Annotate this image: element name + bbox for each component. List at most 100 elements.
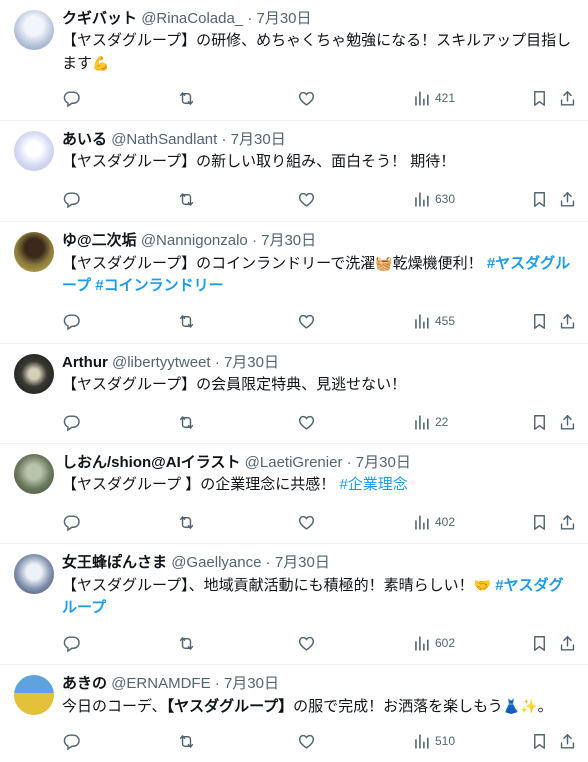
display-name[interactable]: Arthur: [62, 354, 108, 371]
user-handle[interactable]: @Gaellyance: [171, 554, 261, 571]
display-name[interactable]: 女王蜂ぽんさま: [62, 554, 167, 571]
share-button[interactable]: [558, 512, 577, 532]
display-name[interactable]: あいる: [62, 131, 107, 148]
action-bar: 421: [62, 88, 578, 108]
like-button[interactable]: [297, 88, 316, 108]
bookmark-button[interactable]: [530, 311, 549, 331]
tweet[interactable]: あきの @ERNAMDFE · 7月30日 今日のコーデ、【ヤスダグループ】の服…: [0, 665, 588, 762]
avatar[interactable]: [14, 675, 54, 715]
user-handle[interactable]: @LaetiGrenier: [245, 454, 343, 471]
bookmark-button[interactable]: [530, 731, 549, 751]
tweet[interactable]: クギバット @RinaColada_ · 7月30日 【ヤスダグループ】の研修、…: [0, 0, 588, 121]
views-icon: [412, 312, 431, 331]
user-handle[interactable]: @RinaColada_: [141, 10, 243, 27]
reply-button[interactable]: [62, 731, 81, 751]
avatar[interactable]: [14, 454, 54, 494]
display-name[interactable]: クギバット: [62, 10, 137, 27]
share-button[interactable]: [558, 189, 577, 209]
tweet[interactable]: Arthur @libertyytweet · 7月30日 【ヤスダグループ】の…: [0, 344, 588, 444]
bookmark-button[interactable]: [530, 412, 549, 432]
bookmark-button[interactable]: [530, 512, 549, 532]
bookmark-button[interactable]: [530, 88, 549, 108]
timestamp[interactable]: 7月30日: [256, 10, 311, 27]
share-button[interactable]: [558, 731, 577, 751]
views-button[interactable]: 421: [412, 88, 455, 108]
avatar[interactable]: [14, 232, 54, 272]
hashtag-link[interactable]: #企業理念: [339, 476, 407, 493]
views-button[interactable]: 402: [412, 512, 455, 532]
retweet-button[interactable]: [177, 88, 196, 108]
like-icon: [297, 312, 316, 331]
like-button[interactable]: [297, 189, 316, 209]
tweet[interactable]: ゆ@二次垢 @Nannigonzalo · 7月30日 【ヤスダグループ】のコイ…: [0, 222, 588, 344]
timestamp[interactable]: 7月30日: [275, 554, 330, 571]
tweet[interactable]: 女王蜂ぽんさま @Gaellyance · 7月30日 【ヤスダグループ】、地域…: [0, 544, 588, 665]
share-icon: [558, 312, 577, 331]
user-handle[interactable]: @NathSandlant: [111, 131, 217, 148]
timestamp[interactable]: 7月30日: [261, 232, 316, 249]
share-icon: [558, 190, 577, 209]
retweet-button[interactable]: [177, 512, 196, 532]
bookmark-icon: [530, 732, 549, 751]
laundry-basket-emoji: 🧺: [375, 255, 393, 271]
hashtag-link[interactable]: ループ: [62, 599, 106, 616]
like-button[interactable]: [297, 512, 316, 532]
reply-button[interactable]: [62, 412, 81, 432]
retweet-button[interactable]: [177, 189, 196, 209]
view-count: 455: [435, 314, 456, 328]
share-button[interactable]: [558, 633, 577, 653]
view-count: 510: [435, 734, 456, 748]
user-handle[interactable]: @ERNAMDFE: [111, 675, 210, 692]
reply-button[interactable]: [62, 189, 81, 209]
avatar[interactable]: [14, 131, 54, 171]
user-handle[interactable]: @Nannigonzalo: [141, 232, 248, 249]
timestamp[interactable]: 7月30日: [224, 354, 279, 371]
timestamp[interactable]: 7月30日: [224, 675, 279, 692]
views-button[interactable]: 510: [412, 731, 455, 751]
timestamp[interactable]: 7月30日: [231, 131, 286, 148]
retweet-button[interactable]: [177, 311, 196, 331]
hashtag-link[interactable]: #コインランドリー: [95, 277, 223, 294]
views-button[interactable]: 22: [412, 412, 448, 432]
views-button[interactable]: 455: [412, 311, 455, 331]
retweet-button[interactable]: [177, 412, 196, 432]
action-bar: 630: [62, 189, 578, 209]
reply-button[interactable]: [62, 633, 81, 653]
views-button[interactable]: 602: [412, 633, 455, 653]
display-name[interactable]: しおん/shion@AIイラスト: [62, 454, 241, 471]
hashtag-link[interactable]: #ヤスダグ: [495, 577, 563, 594]
bookmark-icon: [530, 413, 549, 432]
like-button[interactable]: [297, 311, 316, 331]
avatar[interactable]: [14, 10, 54, 50]
reply-button[interactable]: [62, 88, 81, 108]
bookmark-button[interactable]: [530, 633, 549, 653]
user-handle[interactable]: @libertyytweet: [112, 354, 211, 371]
retweet-button[interactable]: [177, 633, 196, 653]
display-name[interactable]: あきの: [62, 675, 107, 692]
like-button[interactable]: [297, 633, 316, 653]
hashtag-link[interactable]: #ヤスダグル: [487, 255, 570, 272]
share-button[interactable]: [558, 88, 577, 108]
tweet-text: 【ヤスダグループ】、地域貢献活動にも積極的！素晴らしい！🤝 #ヤスダグ ループ: [62, 574, 572, 619]
views-button[interactable]: 630: [412, 189, 455, 209]
like-button[interactable]: [297, 412, 316, 432]
avatar[interactable]: [14, 554, 54, 594]
reply-button[interactable]: [62, 512, 81, 532]
tweet-header: 女王蜂ぽんさま @Gaellyance · 7月30日: [62, 552, 572, 574]
share-button[interactable]: [558, 412, 577, 432]
separator: ·: [221, 131, 227, 148]
bookmark-button[interactable]: [530, 189, 549, 209]
tweet-text: 【ヤスダグループ】のコインランドリーで洗濯🧺乾燥機便利！ #ヤスダグル ープ #…: [62, 252, 572, 297]
tweet[interactable]: あいる @NathSandlant · 7月30日 【ヤスダグループ】の新しい取…: [0, 121, 588, 222]
avatar[interactable]: [14, 354, 54, 394]
display-name[interactable]: ゆ@二次垢: [62, 232, 137, 249]
share-button[interactable]: [558, 311, 577, 331]
tweet-feed: クギバット @RinaColada_ · 7月30日 【ヤスダグループ】の研修、…: [0, 0, 588, 762]
views-icon: [412, 413, 431, 432]
reply-button[interactable]: [62, 311, 81, 331]
retweet-button[interactable]: [177, 731, 196, 751]
hashtag-link[interactable]: ープ: [62, 277, 91, 294]
timestamp[interactable]: 7月30日: [356, 454, 411, 471]
like-button[interactable]: [297, 731, 316, 751]
tweet[interactable]: しおん/shion@AIイラスト @LaetiGrenier · 7月30日 【…: [0, 444, 588, 544]
